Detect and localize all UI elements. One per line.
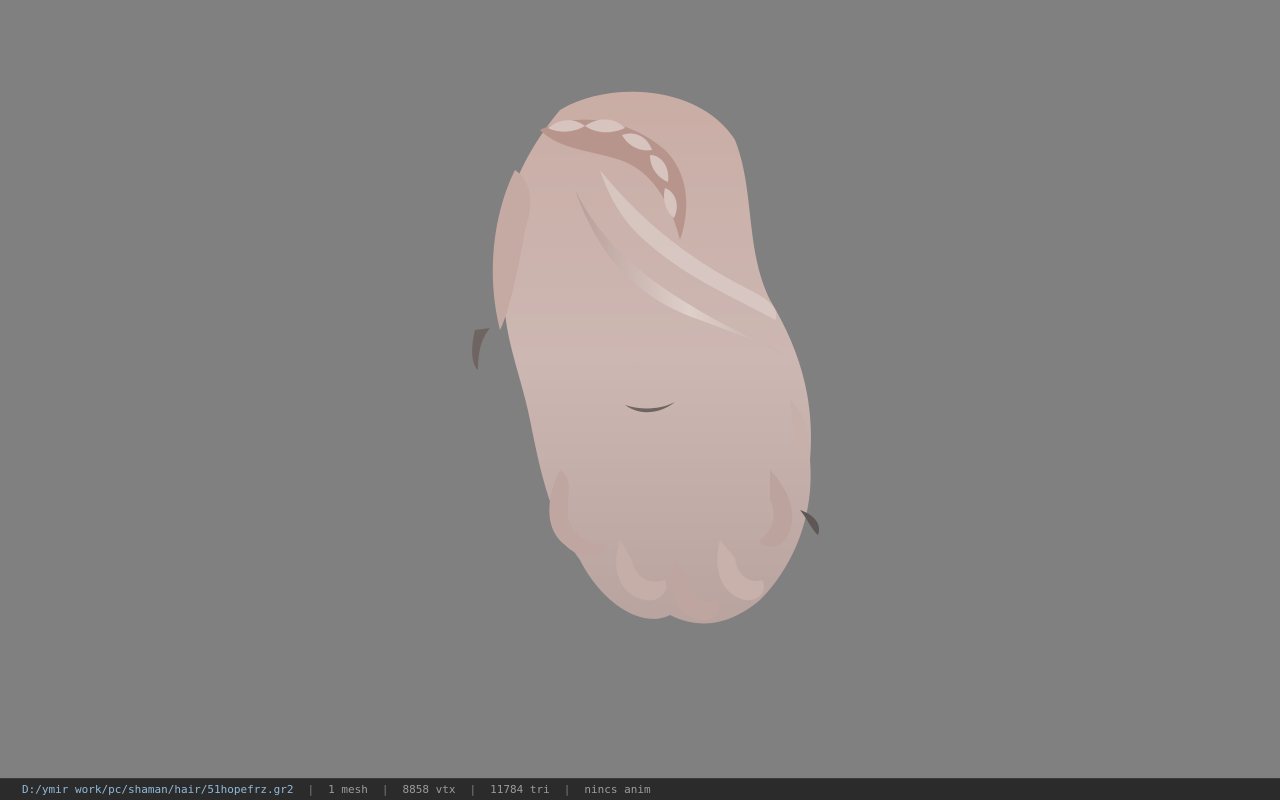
hair-mesh-icon: [472, 91, 820, 624]
separator: |: [469, 783, 477, 796]
file-path: D:/ymir work/pc/shaman/hair/51hopefrz.gr…: [22, 783, 294, 796]
triangle-count: 11784 tri: [490, 783, 550, 796]
3d-viewport[interactable]: [0, 0, 1280, 778]
animation-status: nincs anim: [584, 783, 651, 796]
status-bar: D:/ymir work/pc/shaman/hair/51hopefrz.gr…: [0, 778, 1280, 800]
mesh-count: 1 mesh: [328, 783, 368, 796]
separator: |: [307, 783, 315, 796]
separator: |: [563, 783, 571, 796]
vertex-count: 8858 vtx: [402, 783, 456, 796]
separator: |: [381, 783, 389, 796]
hair-model-render: [472, 91, 820, 624]
